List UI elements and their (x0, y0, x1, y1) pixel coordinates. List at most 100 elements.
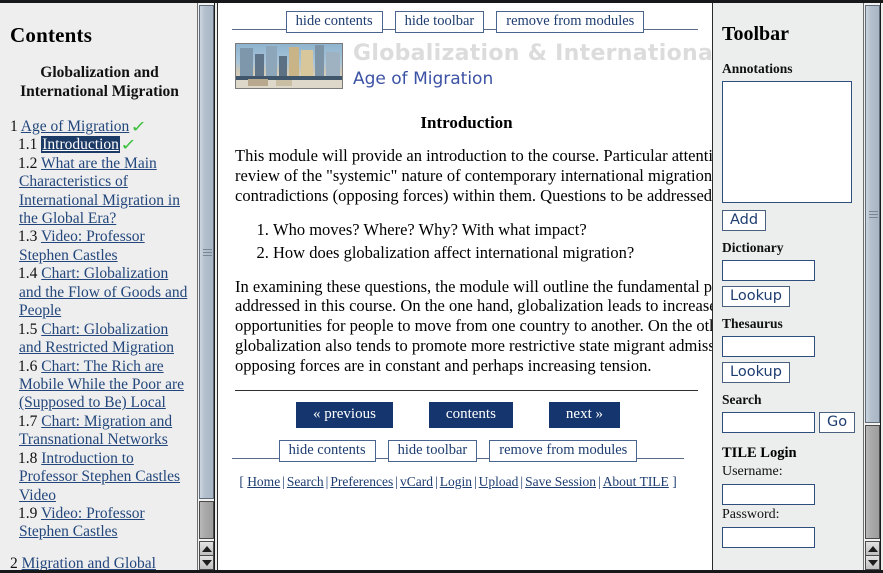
toolbar-sidebar: Toolbar Annotations Add Dictionary Looku… (714, 3, 863, 570)
footer-link-search[interactable]: Search (287, 474, 324, 489)
toc-item-number: 1.5 (18, 320, 38, 338)
question-item: How does globalization affect internatio… (273, 242, 712, 263)
completed-check-icon: ✓ (130, 116, 148, 136)
toc-item-2[interactable]: 2 Migration and Global Economic Inequali… (10, 555, 189, 570)
toc-item-number: 1.6 (18, 357, 38, 375)
password-label: Password: (722, 507, 780, 522)
city-skyline-photo (235, 43, 343, 89)
footer-link-about-tile[interactable]: About TILE (603, 474, 669, 489)
toc-item-number: 1.7 (18, 412, 38, 430)
hide-toolbar-button-bottom[interactable]: hide toolbar (387, 439, 478, 462)
hide-contents-button-bottom[interactable]: hide contents (278, 439, 376, 462)
footer-link-home[interactable]: Home (247, 474, 280, 489)
page-scrollbar-thumb-lower[interactable] (865, 425, 880, 539)
hide-toolbar-button-top[interactable]: hide toolbar (394, 11, 485, 33)
footer-link-preferences[interactable]: Preferences (330, 474, 393, 489)
completed-check-icon: ✓ (120, 135, 137, 155)
toc-item-link[interactable]: What are the Main Characteristics of Int… (19, 155, 180, 227)
footer-separator: | (473, 473, 477, 489)
username-input[interactable] (722, 484, 815, 505)
scrollbar-grip-icon (869, 211, 878, 218)
footer-open-bracket: [ (239, 473, 244, 489)
toc-item-1-9[interactable]: 1.9 Video: Professor Stephen Castles (10, 505, 189, 542)
previous-button[interactable]: « previous (296, 401, 393, 428)
dictionary-label: Dictionary (722, 240, 784, 255)
article-paragraph-1: This module will provide an introduction… (235, 146, 713, 205)
toc-item-number: 2 (10, 554, 18, 570)
annotations-textarea[interactable] (722, 81, 852, 203)
page-scroll-down-button[interactable] (865, 555, 880, 570)
toc-item-number: 1.9 (18, 505, 38, 522)
toc-item-link[interactable]: Video: Professor Stephen Castles (19, 505, 145, 540)
toc-item-link[interactable]: Chart: Globalization and the Flow of Goo… (19, 265, 187, 319)
toc-item-1-3[interactable]: 1.3 Video: Professor Stephen Castles (10, 228, 189, 265)
toc-item-link[interactable]: Introduction to Professor Stephen Castle… (19, 450, 180, 504)
browser-page: Contents Globalization and International… (0, 0, 883, 573)
search-go-button[interactable]: Go (819, 412, 856, 433)
toc-item-1-8[interactable]: 1.8 Introduction to Professor Stephen Ca… (10, 450, 189, 505)
toc-item-1-2[interactable]: 1.2 What are the Main Characteristics of… (10, 155, 189, 229)
remove-from-modules-button-top[interactable]: remove from modules (496, 11, 645, 33)
toc-spacer (10, 542, 189, 553)
toc-item-1-5[interactable]: 1.5 Chart: Globalization and Restricted … (10, 321, 189, 358)
contents-scrollbar-thumb-lower[interactable] (199, 501, 214, 539)
footer-link-save-session[interactable]: Save Session (525, 474, 596, 489)
dictionary-lookup-button[interactable]: Lookup (722, 286, 790, 307)
toc-item-link[interactable]: Migration and Global Economic Inequality (10, 555, 156, 570)
toc-item-1-4[interactable]: 1.4 Chart: Globalization and the Flow of… (10, 265, 189, 320)
hide-contents-button-top[interactable]: hide contents (285, 11, 383, 33)
contents-sidebar: Contents Globalization and International… (0, 3, 197, 570)
footer-link-vcard[interactable]: vCard (400, 474, 433, 489)
add-annotation-button[interactable]: Add (722, 210, 767, 231)
page-scroll-up-button[interactable] (865, 541, 880, 556)
scroll-down-button[interactable] (199, 555, 214, 570)
next-button[interactable]: next » (548, 401, 620, 428)
footer-link-bar: [ Home | Search | Preferences | vCard | Login | Up… (218, 462, 698, 490)
username-label: Username: (722, 464, 783, 479)
page-scrollbar[interactable] (863, 3, 881, 570)
footer-link-upload[interactable]: Upload (479, 474, 519, 489)
top-module-toolbar: hide contents hide toolbar remove from m… (218, 3, 712, 33)
arrow-up-icon (201, 545, 212, 552)
contents-heading: Contents (10, 23, 93, 47)
remove-from-modules-button-bottom[interactable]: remove from modules (489, 439, 638, 462)
toc-item-link[interactable]: Introduction (41, 136, 120, 154)
toc-item-number: 1.4 (18, 265, 38, 283)
thesaurus-input[interactable] (722, 336, 815, 357)
toc-item-number: 1.8 (18, 449, 38, 467)
toc-item-number: 1.2 (18, 154, 38, 172)
contents-button[interactable]: contents (428, 401, 513, 428)
toc-item-link[interactable]: Chart: Migration and Transnational Netwo… (19, 413, 172, 448)
contents-scrollbar[interactable] (197, 3, 215, 570)
search-input[interactable] (722, 412, 815, 433)
toc-item-link[interactable]: Video: Professor Stephen Castles (19, 228, 145, 263)
footer-separator: | (435, 473, 438, 489)
question-list: Who moves? Where? Why? With what impact?… (235, 219, 712, 263)
footer-separator: | (282, 473, 285, 489)
thesaurus-lookup-button[interactable]: Lookup (722, 362, 790, 383)
toc-item-link[interactable]: Chart: The Rich are Mobile While the Poo… (19, 358, 184, 412)
module-banner-subtitle[interactable]: Age of Migration (353, 69, 493, 89)
password-input[interactable] (722, 527, 815, 548)
toc-item-1-6[interactable]: 1.6 Chart: The Rich are Mobile While the… (10, 358, 189, 413)
toolbar-heading: Toolbar (722, 23, 790, 45)
footer-close-bracket: ] (672, 473, 677, 489)
contents-scrollbar-thumb[interactable] (199, 5, 214, 499)
toc-item-link[interactable]: Age of Migration (21, 118, 129, 135)
toc-item-1-7[interactable]: 1.7 Chart: Migration and Transnational N… (10, 413, 189, 450)
tile-login-heading: TILE Login (722, 445, 797, 461)
module-banner: Globalization & International Migration … (235, 41, 712, 95)
contents-subtitle: Globalization and International Migratio… (20, 64, 179, 100)
toc-item-link[interactable]: Chart: Globalization and Restricted Migr… (19, 321, 174, 356)
toc-item-number: 1.1 (18, 136, 38, 154)
toc-item-1[interactable]: 1 Age of Migration✓ (10, 118, 189, 136)
arrow-up-icon (867, 545, 878, 552)
dictionary-input[interactable] (722, 260, 815, 281)
scrollbar-grip-icon (203, 249, 212, 256)
page-scrollbar-thumb[interactable] (865, 5, 880, 423)
toc-item-1-1[interactable]: 1.1 Introduction✓ (10, 136, 189, 154)
footer-link-login[interactable]: Login (440, 474, 472, 489)
arrow-down-icon (201, 559, 212, 566)
article-body: Introduction This module will provide an… (218, 113, 713, 376)
scroll-up-button[interactable] (199, 541, 214, 556)
